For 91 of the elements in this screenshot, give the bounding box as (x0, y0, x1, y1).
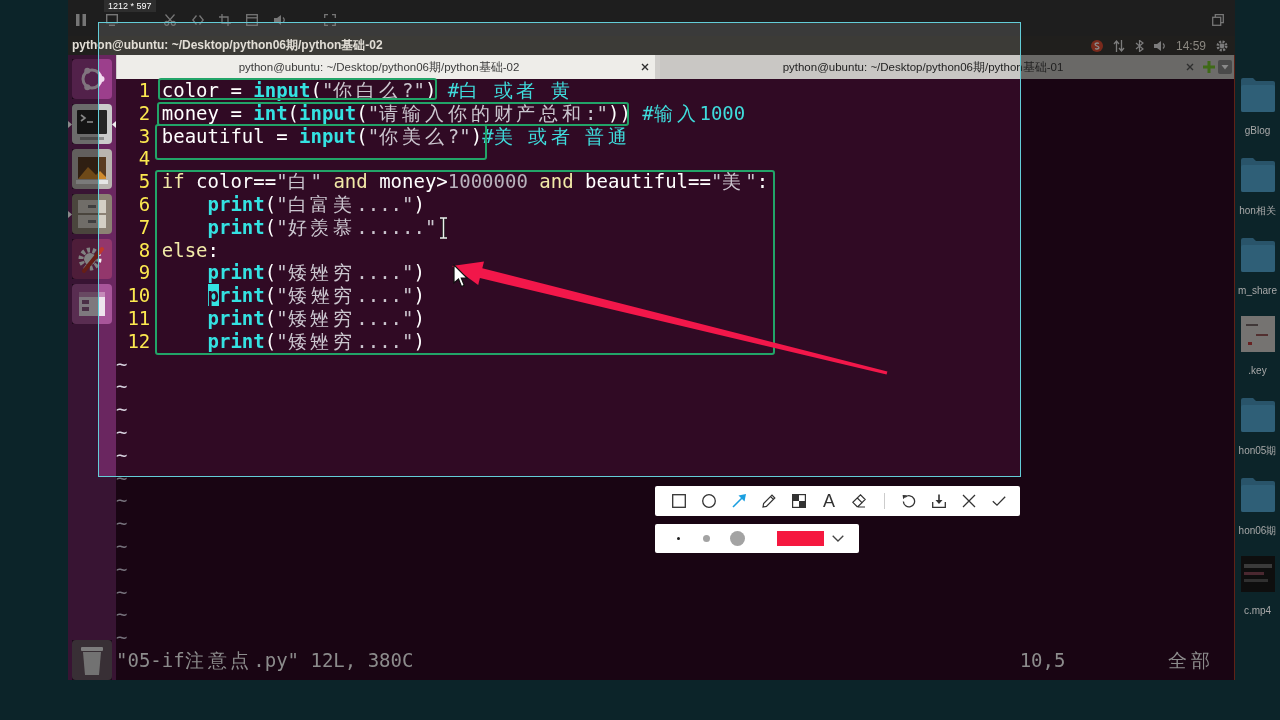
input-method-icon[interactable] (1090, 39, 1103, 52)
line-number: 3 (138, 124, 151, 147)
empty-line-marker: ~ (116, 352, 128, 376)
code-line: else: (161, 238, 219, 262)
line-number: 12 (127, 329, 151, 352)
line-number: 5 (138, 170, 151, 193)
desktop-icon-label: c.mp4 (1243, 605, 1272, 617)
caret-icon[interactable] (832, 535, 844, 542)
empty-line-marker: ~ (116, 489, 128, 513)
window-icon[interactable] (246, 14, 258, 26)
code-line: print("矮矬穷....") (207, 329, 425, 353)
file-cabinet-icon[interactable] (72, 194, 112, 234)
code-line: print("好羡慕......" (207, 215, 437, 239)
settings-icon[interactable] (1216, 39, 1228, 52)
folder-icon[interactable] (1240, 476, 1275, 512)
folder-icon[interactable] (1240, 236, 1275, 272)
checkmark-icon (992, 494, 1006, 508)
cursor-position: 10,5 (1019, 648, 1066, 672)
desktop-icon-label: hon相关 (1239, 205, 1276, 217)
empty-line-marker: ~ (116, 512, 128, 535)
desktop-icon-label: hon06期 (1238, 525, 1277, 537)
bluetooth-icon[interactable] (1134, 39, 1144, 52)
scroll-position: 全部 (1168, 648, 1215, 672)
empty-line-marker: ~ (116, 603, 128, 627)
folder-icon[interactable] (1240, 156, 1275, 192)
empty-line-marker: ~ (116, 398, 128, 421)
empty-line-marker: ~ (116, 375, 128, 399)
mouse-pointer-icon (453, 264, 468, 288)
close-icon[interactable] (641, 63, 649, 71)
fullscreen-icon[interactable] (324, 14, 336, 26)
up-down-arrows-icon[interactable] (1112, 39, 1125, 52)
text-cursor-icon (439, 217, 448, 239)
window-icon[interactable] (72, 284, 112, 324)
volume-icon[interactable] (274, 14, 286, 26)
scissors-icon[interactable] (164, 14, 176, 26)
selection-size-label: 1212 * 597 (104, 0, 156, 12)
line-number: 11 (127, 306, 151, 329)
line-number: 8 (138, 238, 151, 261)
eraser-icon (852, 494, 866, 508)
empty-line-marker: ~ (116, 443, 128, 467)
code-icon[interactable] (192, 14, 204, 26)
dropdown-icon[interactable] (1218, 60, 1232, 74)
line-number: 1 (138, 79, 151, 101)
download-icon (932, 494, 946, 508)
volume-icon[interactable] (1153, 39, 1166, 52)
empty-line-marker: ~ (116, 466, 128, 490)
code-line: print("矮矬穷....") (207, 284, 425, 307)
line-number: 6 (138, 193, 151, 215)
trash-icon[interactable] (72, 640, 112, 680)
desktop-icon-label: .key (1248, 365, 1267, 377)
code-line: if color=="白" and money>1000000 and beautiful=="美": (161, 170, 769, 193)
dash-icon[interactable] (72, 59, 112, 99)
folder-icon[interactable] (1240, 396, 1275, 432)
empty-line-marker: ~ (116, 626, 128, 649)
crop-icon[interactable] (219, 14, 231, 26)
folder-icon[interactable] (1240, 76, 1275, 112)
line-number: 7 (138, 215, 151, 238)
code-line: print("矮矬穷....") (207, 261, 425, 285)
mosaic-icon (792, 494, 806, 508)
line-number: 2 (138, 101, 151, 124)
restore-icon[interactable] (1212, 14, 1224, 26)
rectangle-icon (672, 494, 686, 508)
arrow-icon (732, 494, 746, 508)
pause-icon[interactable] (76, 14, 86, 26)
line-number: 10 (127, 284, 151, 307)
close-icon (962, 494, 976, 508)
monitor-icon[interactable] (106, 14, 118, 26)
code-line: print("白富美....") (207, 193, 425, 216)
undo-icon (902, 494, 916, 508)
clock[interactable]: 14:59 (1175, 38, 1206, 53)
terminal-icon[interactable] (72, 104, 112, 144)
empty-line-marker: ~ (116, 534, 128, 558)
settings-icon[interactable] (72, 239, 112, 279)
line-number: 9 (138, 261, 151, 284)
file-info: "05-if注意点.py" 12L, 380C (116, 648, 414, 672)
desktop-icon-label: hon05期 (1238, 445, 1277, 457)
photo-viewer-icon[interactable] (72, 149, 112, 189)
code-line: print("矮矬穷....") (207, 306, 425, 330)
image-thumbnail[interactable] (1240, 316, 1275, 352)
desktop-icon-label: gBlog (1244, 125, 1271, 137)
color-swatch[interactable] (777, 531, 824, 546)
pencil-icon (762, 494, 776, 508)
empty-line-marker: ~ (116, 420, 128, 444)
terminal-tab[interactable]: python@ubuntu: ~/Desktop/python06期/python基础-02 (117, 55, 655, 79)
empty-line-marker: ~ (116, 580, 128, 604)
line-number: 4 (138, 147, 151, 170)
circle-icon (702, 494, 716, 508)
empty-line-marker: ~ (116, 557, 128, 581)
desktop-icon-label: m_share (1238, 285, 1277, 297)
video-thumbnail[interactable] (1240, 556, 1275, 592)
text-tool-button[interactable]: A (814, 486, 844, 516)
